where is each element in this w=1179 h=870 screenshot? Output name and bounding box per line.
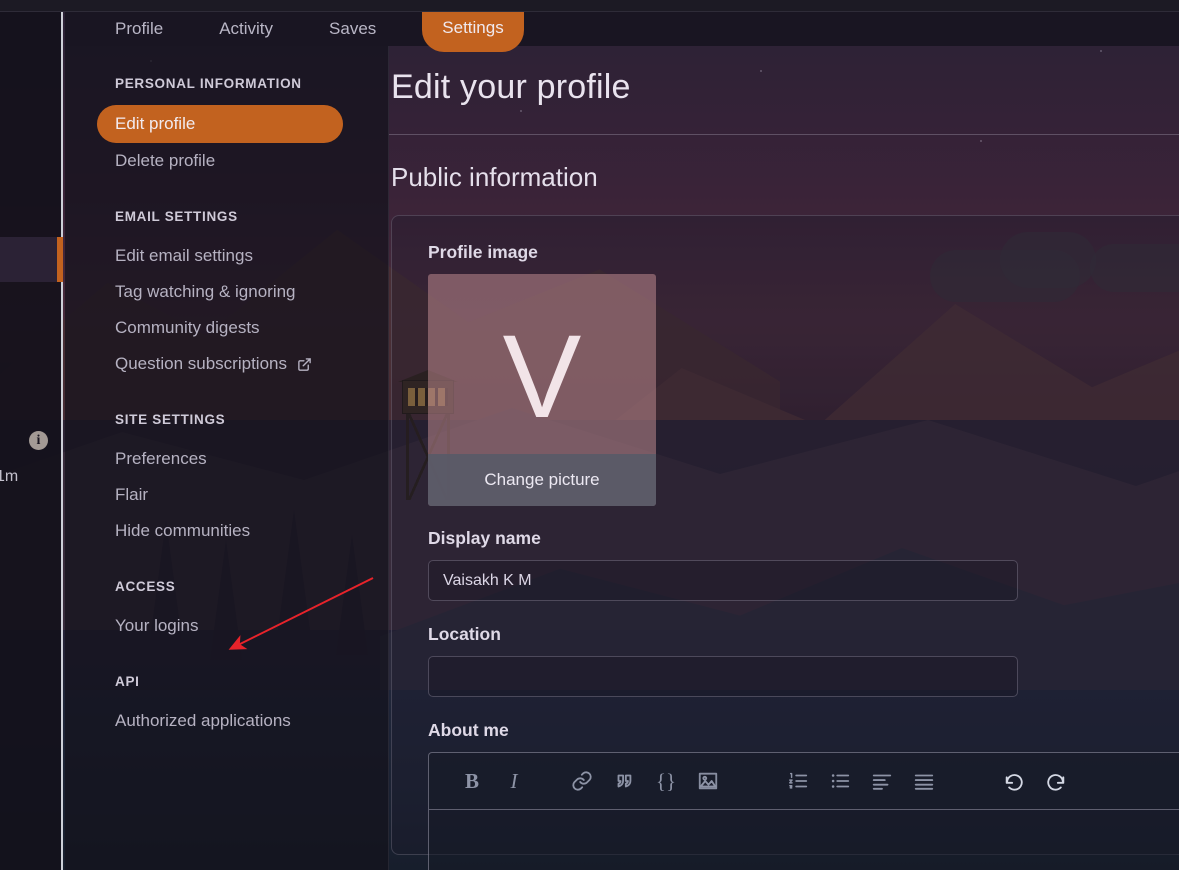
- sidebar-item-flair[interactable]: Flair: [115, 477, 388, 513]
- nav-group-personal-information: PERSONAL INFORMATION Edit profile Delete…: [97, 76, 388, 179]
- link-icon[interactable]: [561, 760, 603, 802]
- bullet-list-icon[interactable]: [819, 760, 861, 802]
- italic-icon[interactable]: I: [493, 760, 535, 802]
- info-icon[interactable]: i: [29, 431, 48, 450]
- sidebar-item-delete-profile[interactable]: Delete profile: [115, 143, 388, 179]
- tab-activity[interactable]: Activity: [219, 12, 273, 49]
- sidebar-item-edit-email-settings[interactable]: Edit email settings: [115, 238, 388, 274]
- sidebar-item-community-digests[interactable]: Community digests: [115, 310, 388, 346]
- about-me-textarea[interactable]: [429, 810, 1179, 870]
- nav-group-access: ACCESS Your logins: [115, 579, 388, 644]
- image-icon[interactable]: [687, 760, 729, 802]
- main-content: Edit your profile Public information Pro…: [389, 46, 1179, 870]
- external-link-icon: [297, 357, 312, 372]
- tab-saves[interactable]: Saves: [329, 12, 376, 49]
- profile-tab-bar: Profile Activity Saves Settings: [65, 11, 1179, 52]
- display-name-label: Display name: [428, 528, 541, 548]
- about-me-label: About me: [428, 720, 509, 740]
- nav-heading-access: ACCESS: [115, 579, 176, 594]
- undo-icon[interactable]: [993, 760, 1035, 802]
- nav-group-api: API Authorized applications: [115, 674, 388, 739]
- redo-icon[interactable]: [1035, 760, 1077, 802]
- nav-heading-email-settings: EMAIL SETTINGS: [115, 209, 238, 224]
- rail-active-item[interactable]: [0, 237, 63, 282]
- avatar-initial: V: [502, 311, 582, 443]
- profile-image-label: Profile image: [428, 242, 538, 262]
- nav-heading-personal-information: PERSONAL INFORMATION: [115, 76, 302, 91]
- tab-settings[interactable]: Settings: [422, 11, 524, 52]
- tab-profile[interactable]: Profile: [115, 12, 163, 49]
- page-title: Edit your profile: [391, 68, 631, 106]
- sidebar-item-tag-watching[interactable]: Tag watching & ignoring: [115, 274, 388, 310]
- public-information-card: Profile image V Change picture Display n…: [391, 215, 1179, 870]
- quote-icon[interactable]: [603, 760, 645, 802]
- sidebar-item-edit-profile[interactable]: Edit profile: [97, 105, 343, 143]
- nav-heading-api: API: [115, 674, 140, 689]
- location-label: Location: [428, 624, 501, 644]
- rail-text-fragment: 1m: [0, 468, 19, 485]
- code-icon[interactable]: {}: [645, 760, 687, 802]
- heading-icon[interactable]: [861, 760, 903, 802]
- sidebar-item-preferences[interactable]: Preferences: [115, 441, 388, 477]
- about-me-editor: B I {}: [428, 752, 1179, 870]
- section-title: Public information: [391, 162, 598, 192]
- nav-group-site-settings: SITE SETTINGS Preferences Flair Hide com…: [115, 412, 388, 549]
- bold-icon[interactable]: B: [451, 760, 493, 802]
- nav-group-email-settings: EMAIL SETTINGS Edit email settings Tag w…: [115, 209, 388, 382]
- nav-heading-site-settings: SITE SETTINGS: [115, 412, 226, 427]
- location-input[interactable]: [428, 656, 1018, 697]
- sidebar-item-question-subscriptions[interactable]: Question subscriptions: [115, 346, 388, 382]
- sidebar-item-label: Question subscriptions: [115, 354, 287, 373]
- change-picture-button[interactable]: Change picture: [428, 454, 656, 506]
- sidebar-item-authorized-applications[interactable]: Authorized applications: [115, 703, 388, 739]
- sidebar-item-your-logins[interactable]: Your logins: [115, 608, 388, 644]
- profile-image-control[interactable]: V Change picture: [428, 274, 656, 506]
- settings-sidebar: PERSONAL INFORMATION Edit profile Delete…: [65, 46, 389, 870]
- display-name-input[interactable]: [428, 560, 1018, 601]
- browser-top-strip: [0, 0, 1179, 12]
- title-divider: [389, 134, 1179, 135]
- sidebar-item-hide-communities[interactable]: Hide communities: [115, 513, 388, 549]
- ordered-list-icon[interactable]: [777, 760, 819, 802]
- editor-toolbar: B I {}: [429, 753, 1179, 810]
- horizontal-rule-icon[interactable]: [903, 760, 945, 802]
- left-rail: i 1m: [0, 12, 63, 870]
